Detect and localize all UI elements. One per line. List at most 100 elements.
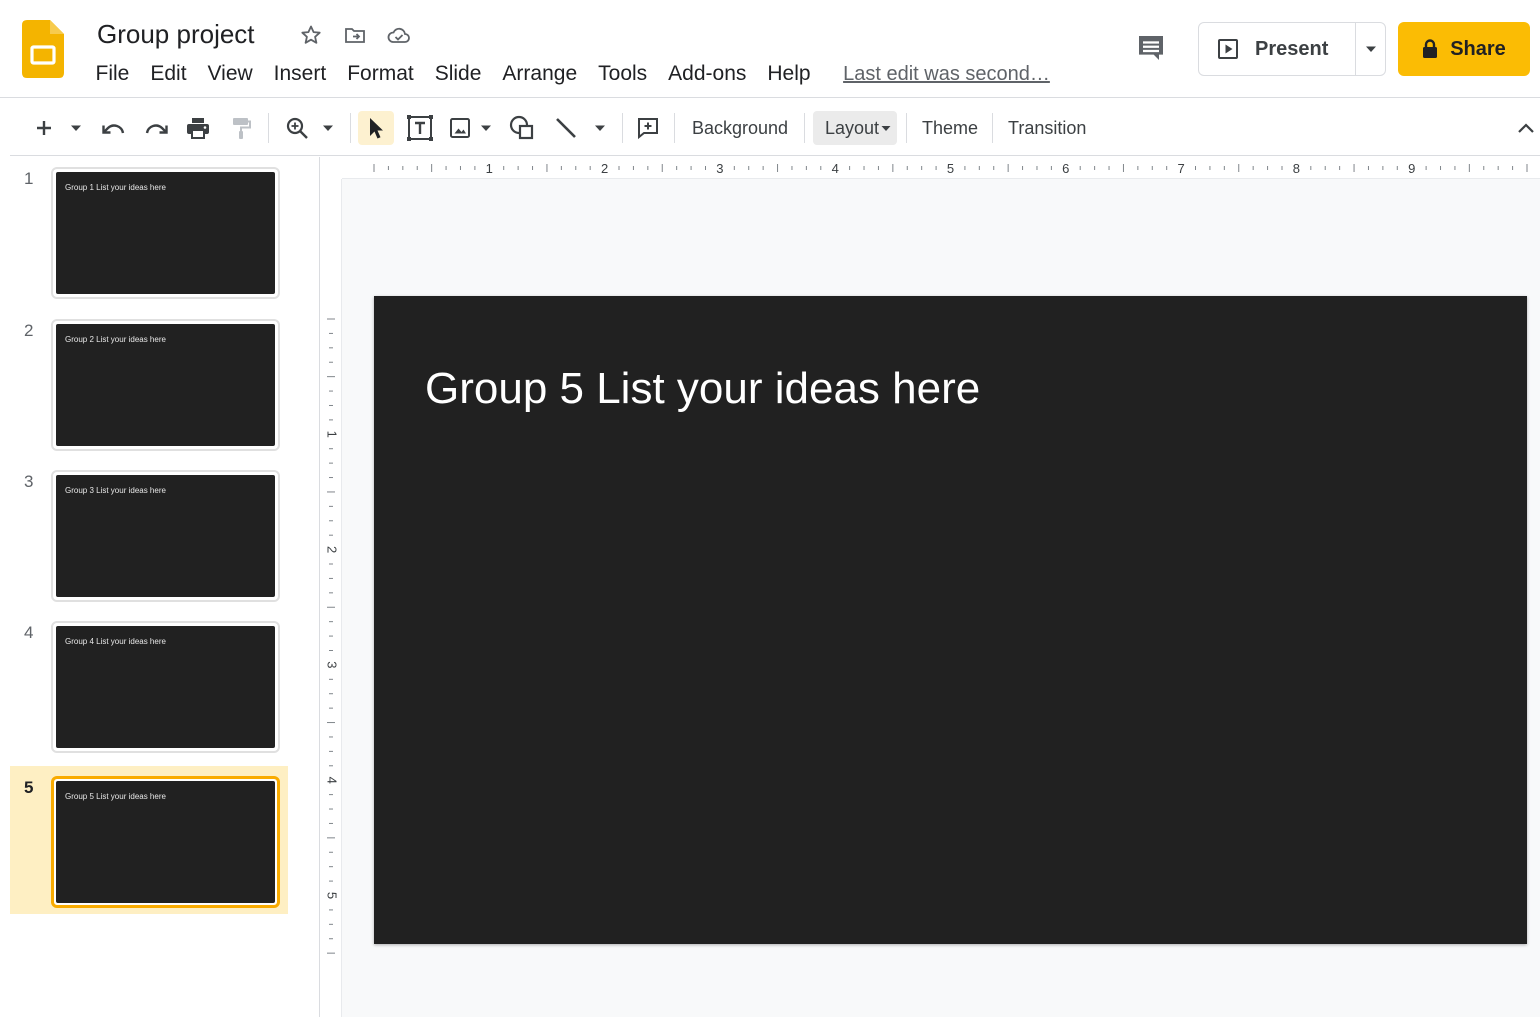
slide-thumbnail-frame: Group 4 List your ideas here	[51, 621, 280, 753]
slide-thumbnail-2[interactable]: 2 Group 2 List your ideas here	[10, 309, 288, 457]
dropdown-icon	[71, 125, 81, 131]
zoom-dropdown[interactable]	[318, 111, 338, 145]
image-tool[interactable]	[446, 111, 474, 145]
header: Group project File Edit View Insert Form…	[0, 0, 1540, 98]
star-icon[interactable]	[298, 22, 324, 48]
dropdown-icon	[481, 125, 491, 131]
layout-button[interactable]: Layout	[813, 111, 897, 145]
menu-addons[interactable]: Add-ons	[658, 58, 757, 90]
present-button-group: Present	[1198, 22, 1386, 76]
ruler-label: 1	[325, 431, 340, 438]
ruler-label: 6	[1062, 161, 1069, 176]
comments-icon	[1139, 36, 1163, 60]
comment-add-icon	[638, 118, 658, 140]
menu-file[interactable]: File	[85, 58, 140, 90]
zoom-button[interactable]	[282, 111, 312, 145]
transition-label: Transition	[1008, 117, 1087, 138]
cloud-saved-icon[interactable]	[386, 22, 412, 48]
slide-thumbnail-3[interactable]: 3 Group 3 List your ideas here	[10, 460, 288, 608]
slide-thumbnail-5[interactable]: 5 Group 5 List your ideas here	[10, 766, 288, 914]
add-comment-button[interactable]	[632, 111, 664, 145]
toolbar-divider	[906, 113, 907, 143]
collapse-toolbar-button[interactable]	[1512, 111, 1540, 145]
shape-tool[interactable]	[506, 111, 538, 145]
slide-thumbnail-4[interactable]: 4 Group 4 List your ideas here	[10, 611, 288, 759]
layout-label: Layout	[824, 117, 880, 138]
horizontal-ruler[interactable]: 1 2 3 4 5 6 7 8 9	[342, 157, 1540, 179]
transition-button[interactable]: Transition	[1000, 111, 1094, 145]
menu-tools[interactable]: Tools	[588, 58, 658, 90]
menu-slide[interactable]: Slide	[424, 58, 492, 90]
zoom-icon	[286, 117, 308, 139]
slide-thumbnail-text: Group 4 List your ideas here	[65, 637, 166, 646]
slide-thumbnail-text: Group 3 List your ideas here	[65, 486, 166, 495]
text-box-icon	[407, 115, 433, 141]
menu-insert[interactable]: Insert	[263, 58, 337, 90]
ruler-label: 3	[716, 161, 723, 176]
ruler-label: 1	[486, 161, 493, 176]
dropdown-icon	[595, 125, 605, 131]
document-title[interactable]: Group project	[97, 19, 255, 50]
slide-thumbnail-text: Group 1 List your ideas here	[65, 183, 166, 192]
shape-icon	[509, 115, 534, 140]
toolbar-divider	[674, 113, 675, 143]
print-button[interactable]	[182, 111, 214, 145]
slide-editor-canvas: 1 2 3 4 5 6 7 8 9 1 2 3 4 5 Group 5 List your ideas …	[320, 157, 1540, 1017]
current-slide[interactable]: Group 5 List your ideas here	[374, 296, 1527, 944]
redo-icon	[145, 124, 168, 134]
slide-number: 3	[24, 472, 34, 491]
add-icon	[37, 121, 51, 135]
menu-edit[interactable]: Edit	[140, 58, 197, 90]
slide-title-textbox[interactable]: Group 5 List your ideas here	[425, 364, 980, 414]
ruler-label: 7	[1177, 161, 1184, 176]
ruler-label: 5	[325, 892, 340, 899]
text-box-tool[interactable]	[404, 111, 436, 145]
ruler-label: 8	[1293, 161, 1300, 176]
comments-button[interactable]	[1130, 28, 1172, 68]
toolbar: Background Layout Theme Transition	[10, 99, 1540, 156]
menu-arrange[interactable]: Arrange	[492, 58, 588, 90]
dropdown-icon	[323, 125, 333, 131]
slide-thumbnail-1[interactable]: 1 Group 1 List your ideas here	[10, 157, 288, 305]
slide-number: 2	[24, 321, 34, 340]
slide-thumbnail-frame: Group 2 List your ideas here	[51, 319, 280, 451]
collapse-icon	[1518, 123, 1534, 133]
share-button[interactable]: Share	[1398, 22, 1530, 76]
paint-format-button[interactable]	[226, 111, 256, 145]
slide-thumbnail-frame: Group 1 List your ideas here	[51, 167, 280, 299]
image-dropdown[interactable]	[476, 111, 496, 145]
line-tool[interactable]	[550, 111, 582, 145]
slides-logo[interactable]	[22, 20, 64, 78]
present-options-button[interactable]	[1355, 23, 1385, 75]
menu-help[interactable]: Help	[757, 58, 821, 90]
slide-thumbnail-text: Group 2 List your ideas here	[65, 335, 166, 344]
theme-button[interactable]: Theme	[914, 111, 986, 145]
vertical-ruler[interactable]: 1 2 3 4 5	[320, 179, 342, 1017]
new-slide-layout-dropdown[interactable]	[66, 111, 86, 145]
image-icon	[450, 118, 470, 138]
toolbar-divider	[992, 113, 993, 143]
line-dropdown[interactable]	[590, 111, 610, 145]
theme-label: Theme	[922, 117, 979, 138]
select-tool[interactable]	[358, 111, 394, 145]
print-icon	[187, 118, 209, 139]
line-icon	[556, 118, 576, 138]
menu-format[interactable]: Format	[337, 58, 425, 90]
menu-view[interactable]: View	[197, 58, 263, 90]
last-edit-link[interactable]: Last edit was second…	[843, 58, 1050, 90]
paint-format-icon	[233, 118, 251, 139]
new-slide-button[interactable]	[30, 111, 58, 145]
title-actions	[298, 22, 412, 48]
background-button[interactable]: Background	[684, 111, 796, 145]
ruler-label: 4	[832, 161, 839, 176]
slide-thumbnail-frame: Group 3 List your ideas here	[51, 470, 280, 602]
present-button[interactable]: Present	[1199, 23, 1355, 75]
share-label: Share	[1450, 37, 1506, 60]
toolbar-divider	[268, 113, 269, 143]
ruler-label: 9	[1408, 161, 1415, 176]
move-to-folder-icon[interactable]	[342, 22, 368, 48]
undo-button[interactable]	[98, 111, 130, 145]
ruler-label: 5	[947, 161, 954, 176]
redo-button[interactable]	[140, 111, 172, 145]
slide-filmstrip: 1 Group 1 List your ideas here 2 Group 2…	[10, 157, 320, 1017]
